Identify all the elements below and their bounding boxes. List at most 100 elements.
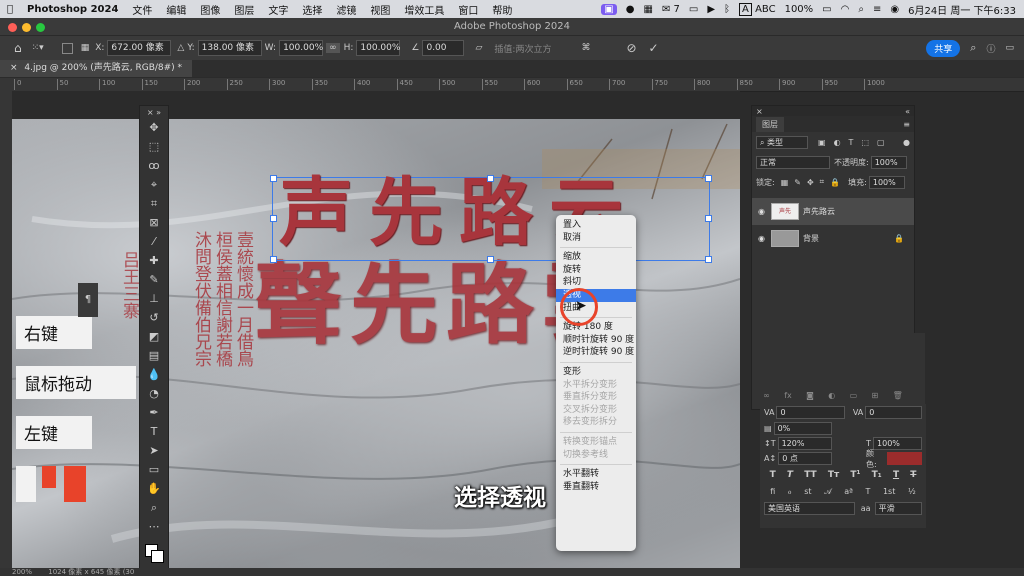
filter-smart-icon[interactable]: ▢ xyxy=(877,138,885,147)
zoom-window-button[interactable] xyxy=(36,23,45,32)
gradient-tool-icon[interactable]: ▤ xyxy=(140,346,168,365)
context-menu-item[interactable]: 取消 xyxy=(556,232,636,245)
menu-edit[interactable]: 编辑 xyxy=(159,2,193,17)
menu-window[interactable]: 窗口 xyxy=(451,2,485,17)
lock-artboard-icon[interactable]: ⌗ xyxy=(820,177,825,187)
skew-icon[interactable]: ▱ xyxy=(475,43,482,53)
blend-mode-select[interactable]: 正常 xyxy=(756,155,830,169)
lock-move-icon[interactable]: ✥ xyxy=(807,178,814,187)
transform-handle-br[interactable] xyxy=(705,256,712,263)
collapsed-panel[interactable]: ¶ xyxy=(78,283,98,317)
minimize-window-button[interactable] xyxy=(22,23,31,32)
pen-tool-icon[interactable]: ✒ xyxy=(140,403,168,422)
history-brush-icon[interactable]: ↺ xyxy=(140,308,168,327)
context-menu-item[interactable]: 置入 xyxy=(556,219,636,232)
half-icon[interactable]: ½ xyxy=(908,487,916,496)
context-menu-item[interactable]: 逆时针旋转 90 度 xyxy=(556,346,636,359)
ligature-icon[interactable]: fi xyxy=(770,487,775,496)
wechat-icon[interactable]: ✉ 7 xyxy=(662,4,680,15)
adjustment-layer-icon[interactable]: ◐ xyxy=(828,391,835,400)
shape-tool-icon[interactable]: ▭ xyxy=(140,460,168,479)
context-menu-item[interactable]: 旋转 xyxy=(556,264,636,277)
close-tab-icon[interactable]: × xyxy=(10,63,18,73)
swash-icon[interactable]: 𝒜 xyxy=(824,487,832,497)
dodge-tool-icon[interactable]: ◔ xyxy=(140,384,168,403)
group-icon[interactable]: ▭ xyxy=(850,391,858,400)
context-menu-item[interactable]: 斜切 xyxy=(556,276,636,289)
faux-italic-icon[interactable]: T xyxy=(787,470,793,480)
workspace-icon[interactable]: ▭ xyxy=(1005,43,1014,53)
discretionary-icon[interactable]: ℴ xyxy=(788,487,792,496)
eyedropper-tool-icon[interactable]: ⁄ xyxy=(140,232,168,251)
transform-handle-ml[interactable] xyxy=(270,215,277,222)
transform-handle-tl[interactable] xyxy=(270,175,277,182)
angle-field[interactable]: 0.00 xyxy=(422,40,465,56)
underline-icon[interactable]: T xyxy=(893,470,899,480)
h-field[interactable]: 100.00% xyxy=(356,40,400,56)
menu-filter[interactable]: 滤镜 xyxy=(329,2,363,17)
kerning-field[interactable]: 0 xyxy=(865,406,922,419)
y-field[interactable]: 138.00 像素 xyxy=(197,40,262,56)
horizontal-ruler[interactable]: 0 50 100 150 200 250 300 350 400 450 500 550 600 650 7… xyxy=(0,78,1024,92)
tracking-field[interactable]: 0 xyxy=(776,406,845,419)
link-icon[interactable]: ∞ xyxy=(326,43,340,53)
eraser-tool-icon[interactable]: ◩ xyxy=(140,327,168,346)
panel-menu-icon[interactable]: ≡ xyxy=(903,120,910,129)
app-menu[interactable]: Photoshop 2024 xyxy=(20,4,125,15)
x-field[interactable]: 672.00 像素 xyxy=(107,40,172,56)
transform-bounding-box[interactable]: 声先路云 xyxy=(270,170,712,263)
transform-handle-bl[interactable] xyxy=(270,256,277,263)
zoom-level[interactable]: 200% xyxy=(12,568,32,576)
layer-mask-icon[interactable]: ◙ xyxy=(806,391,814,400)
input-method[interactable]: A ABC xyxy=(739,2,776,16)
help-icon[interactable]: ⓘ xyxy=(986,42,995,55)
menu-view[interactable]: 视图 xyxy=(363,2,397,17)
context-menu-item[interactable]: 变形 xyxy=(556,366,636,379)
layer-name[interactable]: 声先路云 xyxy=(803,206,835,217)
menu-help[interactable]: 帮助 xyxy=(485,2,519,17)
titling-icon[interactable]: aª xyxy=(844,487,853,496)
antialias-select[interactable]: 平滑 xyxy=(874,501,922,515)
fill-field[interactable]: 100% xyxy=(868,175,905,189)
crop-tool-icon[interactable]: ⌗ xyxy=(140,194,168,213)
transform-handle-mr[interactable] xyxy=(705,215,712,222)
move-tool-icon[interactable]: ✥ xyxy=(140,118,168,137)
marquee-tool-icon[interactable]: ⬚ xyxy=(140,137,168,156)
menu-image[interactable]: 图像 xyxy=(193,2,227,17)
battery-icon[interactable]: ▭ xyxy=(822,4,831,15)
layers-tab[interactable]: 图层 xyxy=(756,116,784,132)
delete-layer-icon[interactable]: 🗑 xyxy=(893,391,903,400)
transform-handle-tc[interactable] xyxy=(487,175,494,182)
menu-plugins[interactable]: 增效工具 xyxy=(397,2,451,17)
bluetooth-icon[interactable]: ᛒ xyxy=(724,4,730,15)
layer-name[interactable]: 背景 xyxy=(803,233,819,244)
filter-adjust-icon[interactable]: ◐ xyxy=(834,138,841,147)
lock-all-icon[interactable]: 🔒 xyxy=(830,178,840,187)
siri-icon[interactable]: ◉ xyxy=(890,4,899,15)
filter-toggle-icon[interactable]: ● xyxy=(903,138,910,147)
hand-tool-icon[interactable]: ✋ xyxy=(140,479,168,498)
brush-tool-icon[interactable]: ✎ xyxy=(140,270,168,289)
blur-tool-icon[interactable]: 💧 xyxy=(140,365,168,384)
cancel-transform-icon[interactable]: ⊘ xyxy=(626,41,636,55)
reference-checkbox[interactable] xyxy=(61,42,73,54)
filter-type-icon[interactable]: T xyxy=(849,138,854,147)
stylistic-icon[interactable]: st xyxy=(804,487,811,496)
context-menu-item[interactable]: 缩放 xyxy=(556,251,636,264)
transform-handle-bc[interactable] xyxy=(487,256,494,263)
strikethrough-icon[interactable]: T xyxy=(910,470,916,480)
apple-icon[interactable]:  xyxy=(0,4,20,15)
object-select-tool-icon[interactable]: ⌖ xyxy=(140,175,168,194)
faux-bold-icon[interactable]: T xyxy=(770,470,776,480)
paragraph-panel-icon[interactable]: ¶ xyxy=(85,294,91,305)
apps-icon[interactable]: ▦ xyxy=(643,4,652,15)
background-color[interactable] xyxy=(151,550,164,563)
fractions-icon[interactable]: 1st xyxy=(883,487,895,496)
more-tools-icon[interactable]: ⋯ xyxy=(140,517,168,536)
filter-pixel-icon[interactable]: ▣ xyxy=(818,138,826,147)
stamp-tool-icon[interactable]: ⊥ xyxy=(140,289,168,308)
home-icon[interactable]: ⌂ xyxy=(14,41,22,55)
new-layer-icon[interactable]: ⊞ xyxy=(872,391,879,400)
all-caps-icon[interactable]: TT xyxy=(804,470,817,480)
link-layers-icon[interactable]: ∞ xyxy=(763,391,770,400)
